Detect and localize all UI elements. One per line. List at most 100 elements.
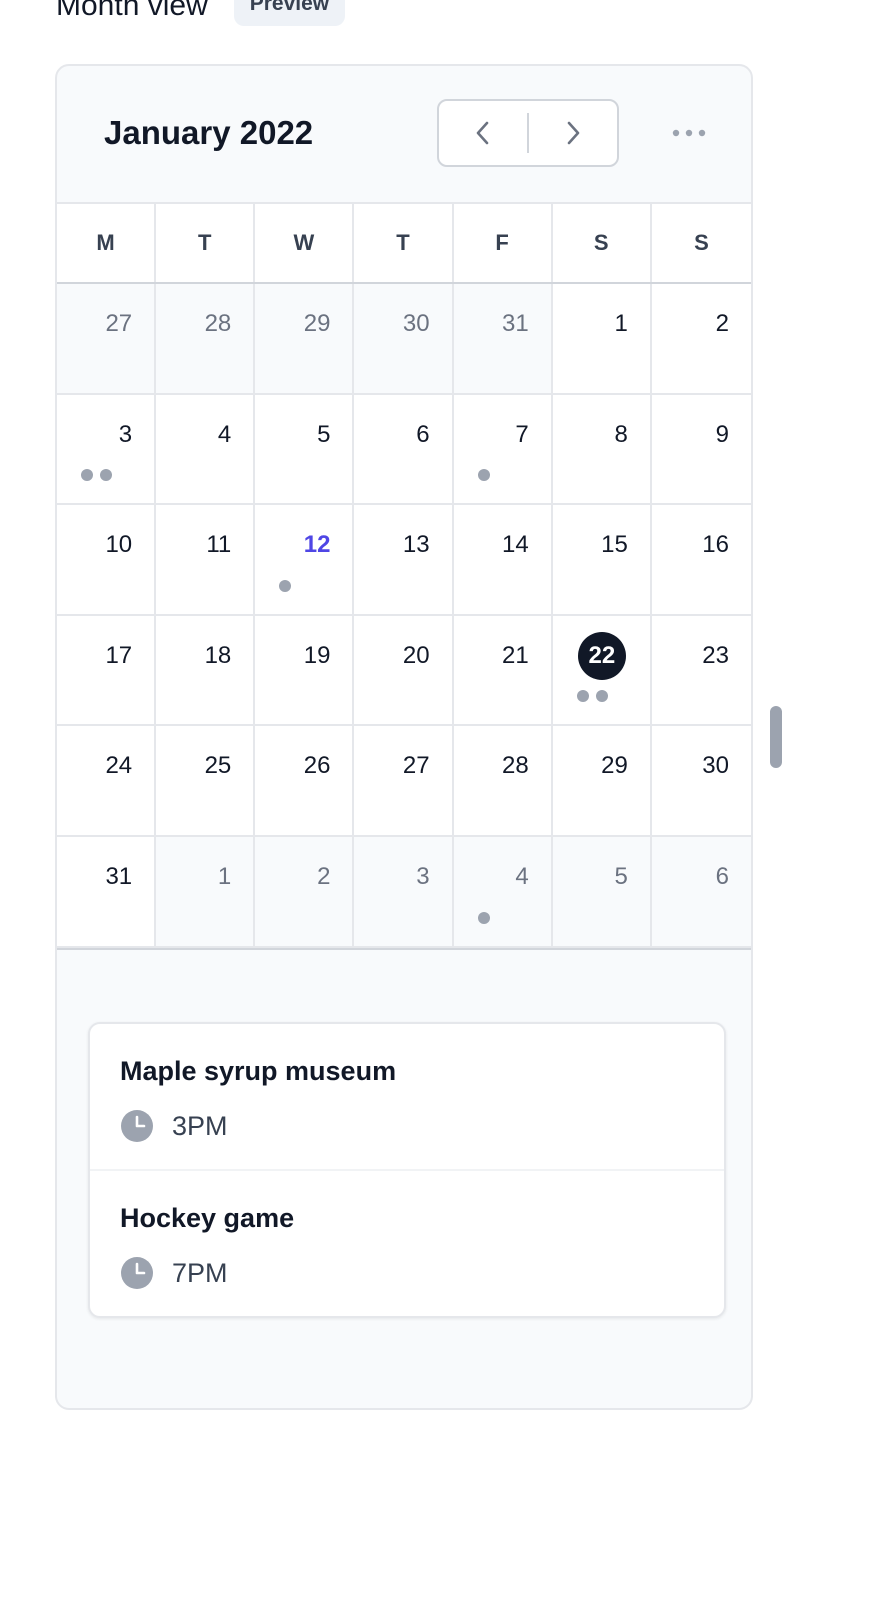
- day-cell[interactable]: 1: [552, 284, 652, 395]
- day-number: 29: [601, 752, 628, 780]
- day-cell[interactable]: 29: [255, 284, 355, 395]
- day-cell[interactable]: 4: [156, 394, 256, 506]
- weekday-label: S: [694, 230, 709, 255]
- day-number: 27: [105, 310, 133, 337]
- day-number: 6: [715, 862, 729, 890]
- day-cell[interactable]: 17: [57, 615, 157, 727]
- day-cell[interactable]: 8: [552, 394, 652, 506]
- chevron-left-icon: [476, 121, 489, 145]
- day-cell[interactable]: 23: [651, 615, 751, 727]
- event-dot: [279, 579, 292, 592]
- weekday-label: W: [255, 204, 355, 282]
- day-cell[interactable]: 27: [354, 726, 454, 837]
- day-cell[interactable]: 4: [453, 836, 553, 948]
- month-label: January 2022: [104, 114, 314, 151]
- event-time: 7PM: [172, 1257, 228, 1288]
- day-cell[interactable]: 14: [453, 505, 553, 616]
- day-cell[interactable]: 24: [57, 726, 157, 837]
- day-cell[interactable]: 1: [156, 836, 256, 948]
- weekday-label: M: [57, 204, 157, 282]
- page-title: Month view: [56, 0, 208, 22]
- day-number: 30: [702, 752, 729, 780]
- day-cell[interactable]: 27: [57, 284, 157, 395]
- day-number: 29: [303, 310, 331, 337]
- day-cell-selected[interactable]: 22: [552, 615, 652, 727]
- day-number: 1: [614, 310, 628, 337]
- day-number: 17: [105, 641, 133, 669]
- day-cell[interactable]: 19: [255, 615, 355, 727]
- weekday-header: MTWTFSS: [57, 202, 751, 284]
- day-number: 21: [502, 641, 529, 669]
- event-dot: [81, 469, 93, 482]
- day-cell[interactable]: 28: [156, 284, 256, 395]
- day-cell[interactable]: 29: [552, 726, 652, 837]
- weekday-label: F: [454, 204, 553, 282]
- chevron-right-icon: [567, 121, 580, 145]
- event-dot: [576, 690, 589, 703]
- day-cell[interactable]: 21: [453, 615, 553, 727]
- day-cell[interactable]: 7: [453, 394, 553, 506]
- event-item[interactable]: Hockey game 7PM: [90, 1171, 724, 1316]
- day-number: 13: [402, 531, 430, 559]
- day-cell[interactable]: 5: [552, 836, 652, 948]
- next-month-button[interactable]: [529, 101, 617, 165]
- day-number: 4: [217, 420, 232, 448]
- event-indicator: [576, 690, 608, 703]
- day-cell[interactable]: 3: [354, 836, 454, 948]
- event-indicator: [81, 469, 112, 482]
- preview-badge: Preview: [233, 0, 346, 26]
- day-cell[interactable]: 25: [156, 726, 256, 837]
- day-number: 2: [715, 310, 729, 337]
- day-cell[interactable]: 30: [354, 284, 454, 395]
- day-cell[interactable]: 2: [255, 836, 355, 948]
- day-cell[interactable]: 11: [156, 505, 256, 616]
- day-number: 14: [502, 531, 529, 559]
- day-cell[interactable]: 6: [651, 836, 751, 948]
- day-number: 16: [702, 531, 729, 559]
- calendar-card: January 2022 MTWTFSS 27 28 29 30 31 1 2 3 4 5 6 7 8 9…: [55, 64, 753, 1410]
- weekday-label: T: [156, 204, 256, 282]
- previous-month-button[interactable]: [439, 101, 527, 165]
- event-name: Hockey game: [120, 1203, 295, 1233]
- day-cell[interactable]: 18: [156, 615, 256, 727]
- day-cell[interactable]: 31: [57, 836, 157, 948]
- day-cell[interactable]: 16: [651, 505, 751, 616]
- day-number: 31: [105, 862, 133, 890]
- day-cell[interactable]: 26: [255, 726, 355, 837]
- day-cell[interactable]: 15: [552, 505, 652, 616]
- calendar-header: January 2022: [57, 66, 751, 202]
- event-dot: [595, 690, 608, 703]
- day-cell[interactable]: 3: [57, 394, 157, 506]
- day-number: 5: [614, 862, 628, 890]
- day-number: 3: [416, 862, 430, 890]
- day-cell[interactable]: 28: [453, 726, 553, 837]
- scrollbar-thumb[interactable]: [770, 706, 782, 768]
- day-cell[interactable]: 5: [255, 394, 355, 506]
- event-list: Maple syrup museum 3PM Hockey game 7PM: [88, 1022, 726, 1318]
- clock-icon: [121, 1257, 153, 1289]
- event-name: Maple syrup museum: [120, 1056, 397, 1086]
- day-number: 6: [416, 420, 430, 448]
- day-cell[interactable]: 31: [453, 284, 553, 395]
- day-number: 24: [105, 752, 133, 780]
- ellipsis-horizontal-icon: [672, 129, 706, 137]
- more-options-button[interactable]: [669, 118, 709, 148]
- day-cell[interactable]: 10: [57, 505, 157, 616]
- event-indicator: [279, 579, 292, 592]
- day-cell-today[interactable]: 12: [255, 505, 355, 616]
- day-cell[interactable]: 20: [354, 615, 454, 727]
- event-item[interactable]: Maple syrup museum 3PM: [90, 1024, 724, 1171]
- day-cell[interactable]: 9: [651, 394, 751, 506]
- day-number: 27: [402, 752, 430, 780]
- day-number: 1: [217, 862, 232, 890]
- day-number: 12: [303, 531, 331, 559]
- day-number: 28: [502, 752, 529, 780]
- event-time-row: 3PM: [120, 1109, 694, 1143]
- day-cell[interactable]: 30: [651, 726, 751, 837]
- day-number: 30: [402, 310, 430, 337]
- day-cell[interactable]: 13: [354, 505, 454, 616]
- day-cell[interactable]: 6: [354, 394, 454, 506]
- day-number: 9: [715, 420, 729, 448]
- page-header: Month view Preview: [56, 0, 346, 26]
- day-cell[interactable]: 2: [651, 284, 751, 395]
